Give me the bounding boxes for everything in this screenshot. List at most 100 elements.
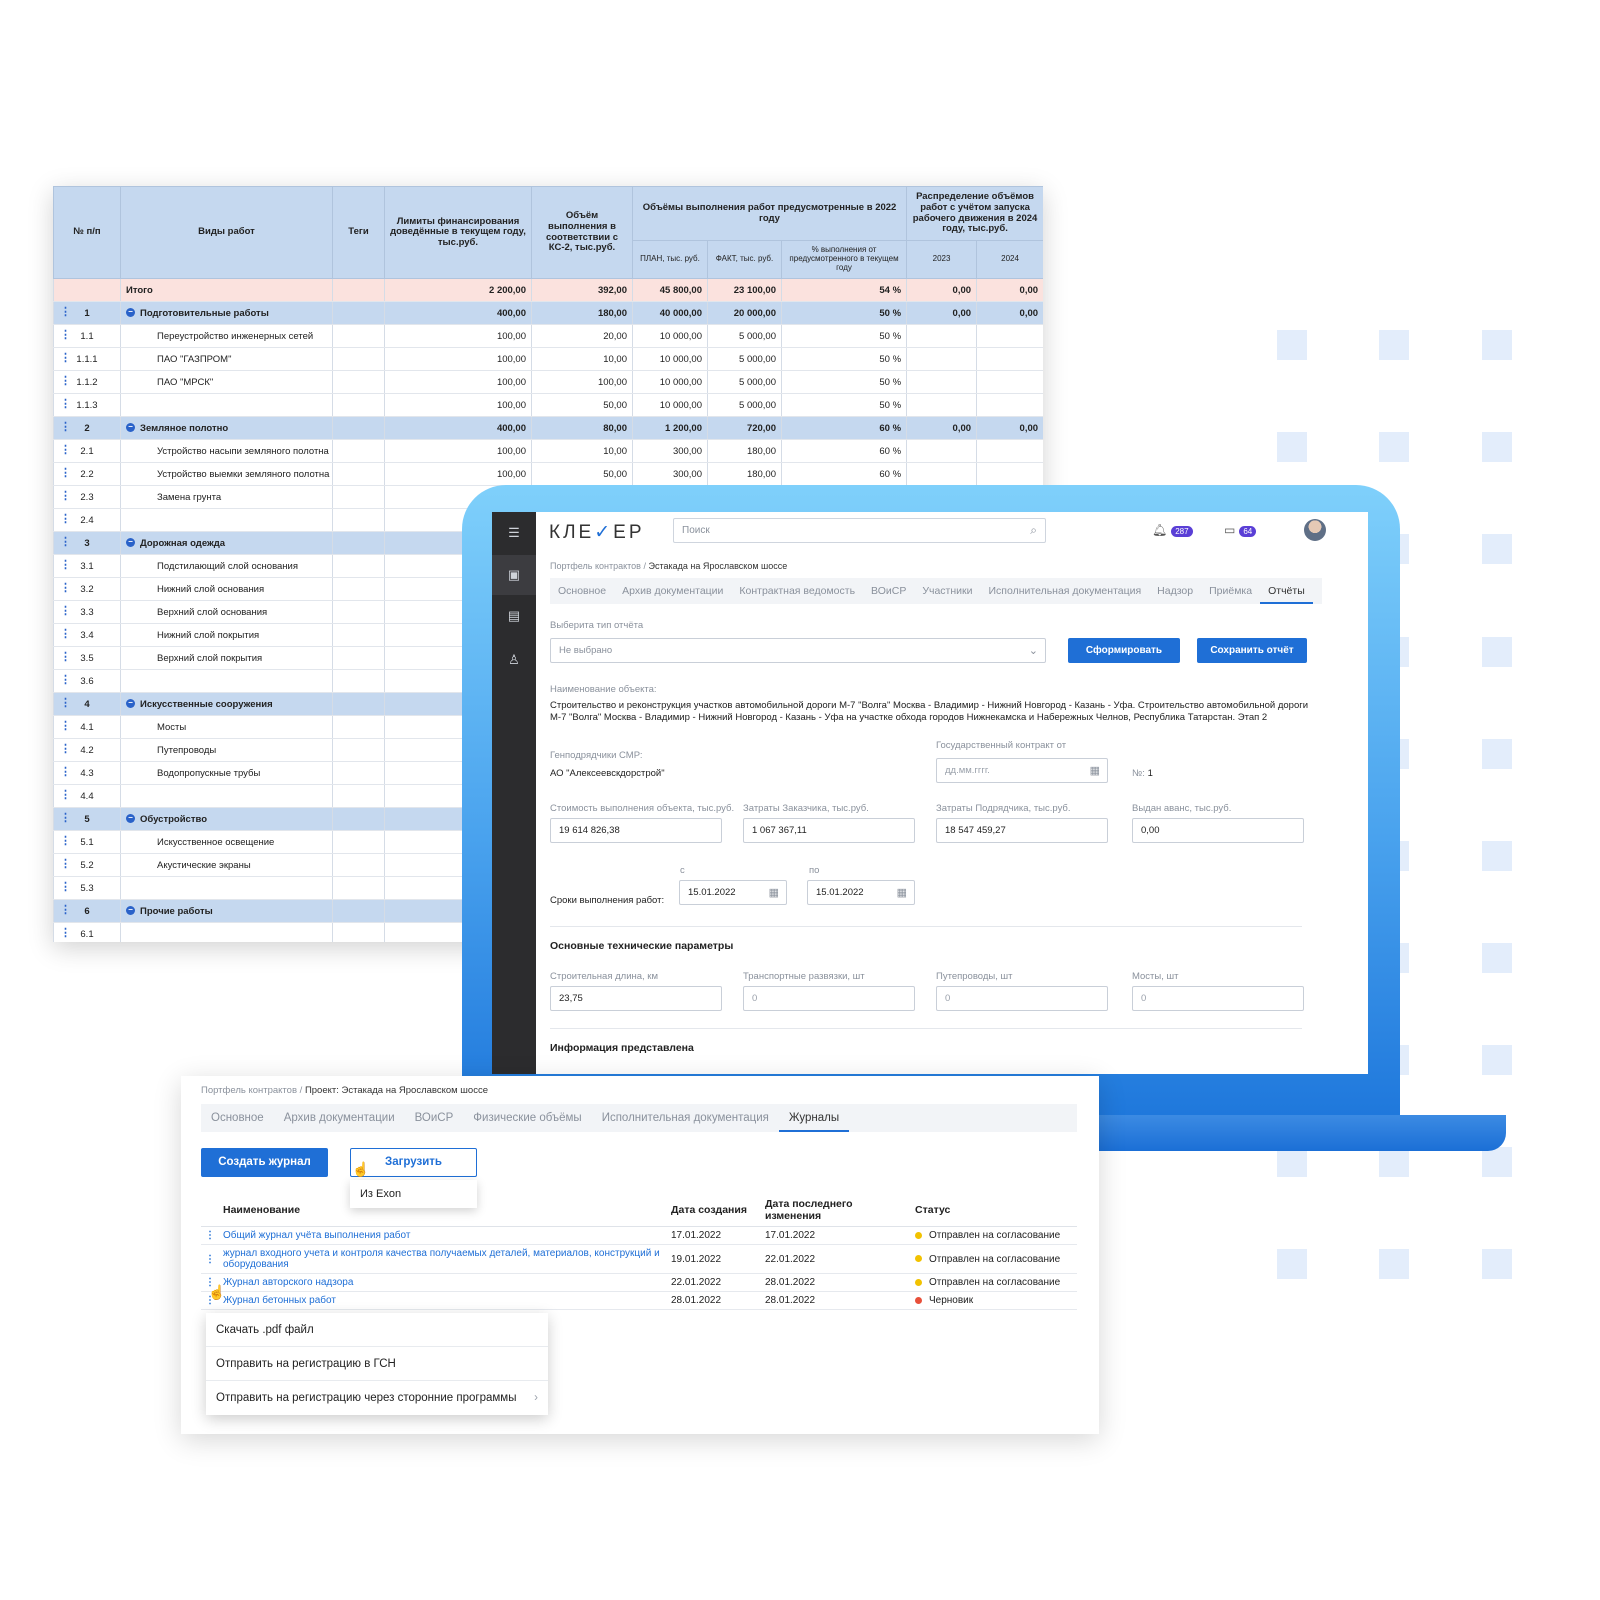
kebab-icon[interactable]: ⋮ (60, 560, 71, 571)
kebab-icon[interactable]: ⋮ (60, 836, 71, 847)
context-menu-item[interactable]: Отправить на регистрацию в ГСН (206, 1347, 548, 1381)
tab-3[interactable]: ВОиСР (863, 578, 914, 604)
advance-field[interactable]: 0,00 (1132, 818, 1304, 843)
group-row[interactable]: ⋮ 1− Подготовительные работы 400,00 180,00 40… (53, 301, 1043, 325)
kebab-icon[interactable]: ⋮ (60, 790, 71, 801)
tab-0[interactable]: Основное (550, 578, 614, 604)
tab-1[interactable]: Архив документации (614, 578, 731, 604)
journal-name-link[interactable]: Журнал авторского надзора (219, 1273, 667, 1292)
table-row[interactable]: ⋮ 1.1.2 ПАО "МРСК" 100,00 100,00 10 000,00 5 0… (53, 370, 1043, 394)
kebab-icon[interactable]: ⋮ (201, 1226, 219, 1245)
kebab-icon[interactable]: ⋮ (201, 1244, 219, 1274)
contractor-cost-field[interactable]: 18 547 459,27 (936, 818, 1108, 843)
journal-name-link[interactable]: Журнал бетонных работ (219, 1291, 667, 1310)
kebab-icon[interactable]: ⋮ (60, 675, 71, 686)
context-menu-item[interactable]: Отправить на регистрацию через сторонние… (206, 1381, 548, 1415)
tab-5[interactable]: Журналы (778, 1104, 850, 1132)
kebab-icon[interactable]: ⋮ (60, 928, 71, 939)
kebab-icon[interactable]: ⋮ (60, 606, 71, 617)
breadcrumb-root[interactable]: Портфель контрактов (550, 561, 641, 571)
col-name-header[interactable]: Наименование (219, 1194, 667, 1227)
breadcrumb-root[interactable]: Портфель контрактов (201, 1085, 297, 1096)
kebab-icon[interactable]: ⋮ (60, 813, 71, 824)
journal-name-link[interactable]: журнал входного учета и контроля качеств… (219, 1244, 667, 1274)
kebab-icon[interactable]: ⋮ (60, 583, 71, 594)
customer-cost-field[interactable]: 1 067 367,11 (743, 818, 915, 843)
tab-0[interactable]: Основное (201, 1104, 274, 1132)
kebab-icon[interactable]: ⋮ (60, 537, 71, 548)
junctions-field[interactable]: 0 (743, 986, 915, 1011)
kebab-icon[interactable]: ⋮ (60, 491, 71, 502)
avatar[interactable] (1304, 519, 1326, 541)
messages[interactable]: ▭ 64 (1224, 523, 1257, 537)
tab-4[interactable]: Исполнительная документация (592, 1104, 779, 1132)
menu-icon[interactable]: ☰ (492, 525, 536, 541)
tab-6[interactable]: Надзор (1149, 578, 1201, 604)
kebab-icon[interactable]: ⋮ (60, 445, 71, 456)
table-row[interactable]: ⋮ 1.1.1 ПАО "ГАЗПРОМ" 100,00 10,00 10 000,00 5… (53, 347, 1043, 371)
col-status-header[interactable]: Статус (911, 1194, 1077, 1227)
col-modified-header[interactable]: Дата последнего изменения (761, 1194, 911, 1227)
collapse-icon[interactable]: − (126, 538, 135, 548)
bridges-field[interactable]: 0 (1132, 986, 1304, 1011)
total-row[interactable]: Итого 2 200,00 392,00 45 800,00 23 100,00 54 … (53, 278, 1043, 302)
kebab-icon[interactable]: ⋮ (60, 307, 71, 318)
report-type-select[interactable]: Не выбрано ⌄ (550, 638, 1046, 663)
collapse-icon[interactable]: − (126, 699, 135, 709)
kebab-icon[interactable]: ⋮ (60, 652, 71, 663)
kebab-icon[interactable]: ⋮ (60, 353, 71, 364)
date-to-field[interactable]: 15.01.2022 ▦ (807, 880, 915, 905)
kebab-icon[interactable]: ⋮ (60, 629, 71, 640)
tab-1[interactable]: Архив документации (274, 1104, 405, 1132)
col-created-header[interactable]: Дата создания (667, 1194, 761, 1227)
tab-2[interactable]: ВОиСР (405, 1104, 464, 1132)
tab-2[interactable]: Контрактная ведомость (731, 578, 863, 604)
kebab-icon[interactable]: ⋮ (60, 721, 71, 732)
table-row[interactable]: ⋮ 1.1.3 100,00 50,00 10 000,00 5 000,00 50 % (53, 393, 1043, 417)
search-input[interactable]: Поиск ⌕ (673, 518, 1046, 543)
date-from-field[interactable]: 15.01.2022 ▦ (679, 880, 787, 905)
save-report-button[interactable]: Сохранить отчёт (1197, 638, 1307, 663)
group-row[interactable]: ⋮ 2− Земляное полотно 400,00 80,00 1 200,00 72… (53, 416, 1043, 440)
tab-7[interactable]: Приёмка (1201, 578, 1260, 604)
kebab-icon[interactable]: ⋮ (60, 514, 71, 525)
kebab-icon[interactable]: ⋮ (60, 468, 71, 479)
journal-name-link[interactable]: Общий журнал учёта выполнения работ (219, 1226, 667, 1245)
table-row[interactable]: ⋮ журнал входного учета и контроля качест… (201, 1244, 1077, 1274)
document-icon[interactable]: ▤ (492, 608, 536, 624)
tab-8[interactable]: Отчёты (1260, 578, 1313, 604)
kebab-icon[interactable]: ⋮ (60, 859, 71, 870)
kebab-icon[interactable]: ⋮ (60, 744, 71, 755)
generate-button[interactable]: Сформировать (1068, 638, 1180, 663)
kebab-icon[interactable]: ⋮ (60, 376, 71, 387)
kebab-icon[interactable]: ⋮ (60, 330, 71, 341)
table-row[interactable]: ⋮ Журнал авторского надзора 22.01.2022 28.0… (201, 1273, 1077, 1292)
overpasses-field[interactable]: 0 (936, 986, 1108, 1011)
collapse-icon[interactable]: − (126, 906, 135, 916)
collapse-icon[interactable]: − (126, 308, 135, 318)
user-icon[interactable]: ♙ (492, 652, 536, 668)
calendar-icon[interactable]: ▦ (769, 886, 779, 899)
kebab-icon[interactable]: ⋮ (60, 399, 71, 410)
table-row[interactable]: ⋮ 2.1 Устройство насыпи земляного полотна 1… (53, 439, 1043, 463)
cost-field[interactable]: 19 614 826,38 (550, 818, 722, 843)
tab-3[interactable]: Физические объёмы (463, 1104, 591, 1132)
notifications[interactable]: 🔔︎ 287 (1152, 523, 1193, 537)
kebab-icon[interactable]: ⋮ (60, 882, 71, 893)
tab-5[interactable]: Исполнительная документация (981, 578, 1150, 604)
table-row[interactable]: ⋮ 1.1 Переустройство инженерных сетей 100,0… (53, 324, 1043, 348)
collapse-icon[interactable]: − (126, 814, 135, 824)
length-field[interactable]: 23,75 (550, 986, 722, 1011)
contract-date-field[interactable]: дд.мм.гггг. ▦ (936, 758, 1108, 783)
kebab-icon[interactable]: ⋮ (60, 698, 71, 709)
calendar-icon[interactable]: ▦ (1090, 764, 1100, 777)
table-row[interactable]: ⋮ 2.2 Устройство выемки земляного полотна 1… (53, 462, 1043, 486)
tab-4[interactable]: Участники (914, 578, 980, 604)
calendar-icon[interactable]: ▦ (897, 886, 907, 899)
context-menu-item[interactable]: Скачать .pdf файл (206, 1313, 548, 1347)
collapse-icon[interactable]: − (126, 423, 135, 433)
kebab-icon[interactable]: ⋮ (60, 767, 71, 778)
table-row[interactable]: ⋮ Журнал бетонных работ 28.01.2022 28.01.20… (201, 1291, 1077, 1310)
kebab-icon[interactable]: ⋮ (60, 905, 71, 916)
briefcase-icon[interactable]: ▣ (492, 555, 536, 595)
